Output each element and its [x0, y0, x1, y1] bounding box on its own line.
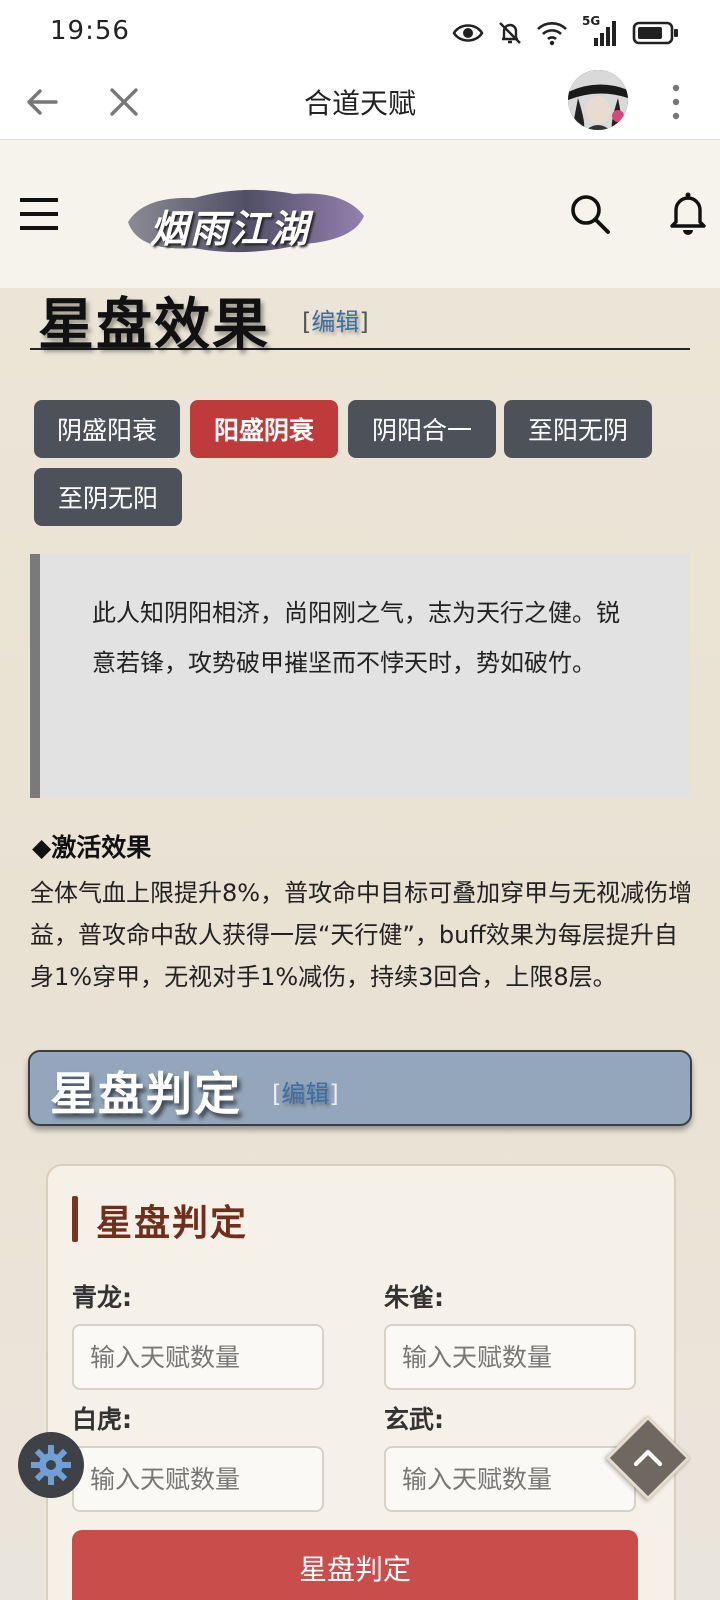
main-content: 星盘效果 [编辑] 阴盛阳衰 阳盛阴衰 阴阳合一 至阳无阴 至阴无阳 此人知阴阳… [0, 288, 720, 1600]
quote-text: 此人知阴阳相济，尚阳刚之气，志为天行之健。锐意若锋，攻势破甲摧坚而不悖天时，势如… [92, 599, 620, 677]
card-title-accent [72, 1196, 78, 1242]
zhuque-input[interactable] [384, 1324, 636, 1390]
more-vertical-icon[interactable] [664, 82, 688, 122]
eye-icon [452, 24, 484, 42]
tab-yin-yang-he-yi[interactable]: 阴阳合一 [348, 400, 496, 458]
bracket: [ [302, 308, 312, 336]
edit-link[interactable]: 编辑 [311, 308, 359, 336]
site-header: 烟雨江湖 [0, 140, 720, 288]
section2-heading: 星盘判定 [50, 1067, 242, 1121]
section-heading-row: 星盘效果 [编辑] [30, 288, 690, 358]
settings-float-button[interactable] [18, 1432, 84, 1498]
bell-icon[interactable] [668, 190, 708, 236]
page-title: 星盘效果 [38, 293, 270, 358]
wifi-icon [537, 22, 567, 46]
bell-off-icon [499, 22, 521, 44]
field-label-qinglong: 青龙: [72, 1283, 132, 1312]
edit-link-wrapper: [编辑] [302, 302, 369, 337]
status-bar: 19:56 5G [0, 0, 720, 64]
xuanwu-input[interactable] [384, 1446, 636, 1512]
edit-link[interactable]: 编辑 [281, 1080, 329, 1108]
field-label-xuanwu: 玄武: [384, 1405, 444, 1434]
judge-button[interactable]: 星盘判定 [72, 1530, 638, 1600]
qinglong-input[interactable] [72, 1324, 324, 1390]
bracket: ] [329, 1080, 339, 1108]
judgement-card: 星盘判定 青龙: 朱雀: 白虎: 玄武: 星盘判定 [46, 1164, 676, 1600]
site-logo-text: 烟雨江湖 [150, 207, 311, 251]
activation-text: 全体气血上限提升8%，普攻命中目标可叠加穿甲与无视减伤增益，普攻命中敌人获得一层… [30, 879, 693, 991]
gear-icon [31, 1445, 71, 1485]
bracket: [ [272, 1080, 282, 1108]
activation-label: ◆激活效果 [32, 833, 152, 862]
tab-zhi-yang-wu-yin[interactable]: 至阳无阴 [504, 400, 652, 458]
browser-toolbar: 合道天赋 [0, 64, 720, 140]
tab-yin-sheng-yang-shuai[interactable]: 阴盛阳衰 [34, 400, 180, 458]
menu-icon[interactable] [20, 196, 60, 232]
section-bar: 星盘判定 [编辑] [28, 1050, 692, 1126]
avatar[interactable] [568, 70, 628, 130]
battery-icon [632, 21, 678, 45]
baihu-input[interactable] [72, 1446, 324, 1512]
signal-icon: 5G [580, 14, 620, 48]
site-logo[interactable]: 烟雨江湖 [124, 182, 368, 258]
quote-block: 此人知阴阳相济，尚阳刚之气，志为天行之健。锐意若锋，攻势破甲摧坚而不悖天时，势如… [30, 554, 690, 798]
field-label-zhuque: 朱雀: [384, 1283, 444, 1312]
status-time: 19:56 [50, 16, 130, 46]
search-icon[interactable] [568, 192, 612, 236]
status-icons: 5G [452, 14, 680, 48]
tab-yang-sheng-yin-shuai[interactable]: 阳盛阴衰 [190, 400, 338, 458]
edit-link-wrapper-2: [编辑] [272, 1074, 339, 1109]
bracket: ] [359, 308, 369, 336]
tab-zhi-yin-wu-yang[interactable]: 至阴无阳 [34, 468, 182, 526]
field-label-baihu: 白虎: [72, 1405, 132, 1434]
chevron-up-icon [633, 1449, 663, 1467]
card-title: 星盘判定 [96, 1203, 249, 1244]
